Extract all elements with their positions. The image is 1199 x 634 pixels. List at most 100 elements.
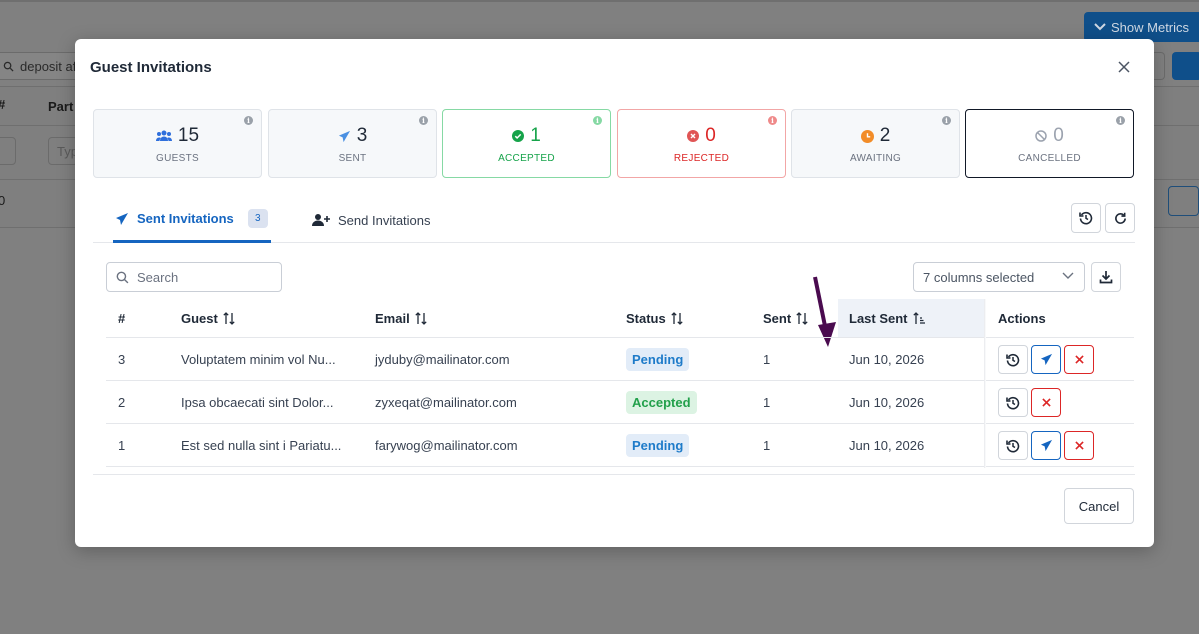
paper-plane-icon — [1040, 353, 1052, 366]
background-search-value: deposit af — [20, 58, 77, 74]
refresh-icon — [1114, 212, 1126, 224]
sort-icon — [671, 311, 683, 325]
search-input[interactable] — [106, 262, 282, 292]
row-guest: Est sed nulla sint i Pariatu... — [181, 438, 342, 453]
stat-value: 15 — [177, 125, 200, 146]
stat-value: 0 — [705, 125, 716, 146]
row-number: 1 — [118, 438, 126, 453]
paper-plane-icon — [1040, 439, 1052, 452]
history-button[interactable] — [998, 431, 1028, 460]
row-sent: 1 — [763, 352, 771, 367]
info-icon[interactable]: i — [419, 116, 428, 125]
row-status-cell: Pending — [626, 338, 690, 381]
background-guests-button[interactable] — [1168, 186, 1199, 216]
info-icon[interactable]: i — [1116, 116, 1125, 125]
table-header: # Guest Email Status Sent Last Sent Acti… — [106, 299, 1134, 338]
table-row: 3 Voluptatem minim vol Nu... jyduby@mail… — [106, 338, 1134, 381]
col-header-email[interactable]: Email — [375, 299, 427, 337]
search-field[interactable] — [137, 269, 267, 285]
info-icon[interactable]: i — [244, 116, 253, 125]
stat-label: REJECTED — [673, 153, 730, 164]
show-metrics-button[interactable]: Show Metrics — [1084, 12, 1199, 42]
x-circle-icon — [687, 130, 700, 142]
stat-card-sent: i 3 SENT — [268, 109, 437, 178]
tab-sent-invitations[interactable]: Sent Invitations 3 — [113, 197, 271, 243]
sticky-column-divider — [984, 299, 986, 468]
resend-button[interactable] — [1031, 431, 1061, 460]
status-badge: Pending — [626, 348, 690, 371]
stat-value: 1 — [530, 125, 541, 146]
sort-icon — [223, 311, 235, 325]
ban-icon — [1035, 130, 1047, 142]
col-header-sent[interactable]: Sent — [763, 299, 808, 337]
close-button[interactable] — [1115, 58, 1133, 76]
stat-value: 0 — [1053, 125, 1064, 146]
close-icon — [1074, 355, 1084, 364]
row-last-sent: Jun 10, 2026 — [849, 352, 925, 367]
columns-select[interactable]: 7 columns selected — [913, 262, 1085, 292]
columns-selected-label: 7 columns selected — [923, 269, 1035, 285]
history-icon — [1006, 439, 1020, 452]
row-sent: 1 — [763, 438, 771, 453]
row-last-sent: Jun 10, 2026 — [849, 395, 925, 410]
background-topbar — [0, 0, 1199, 2]
row-number: 3 — [118, 352, 126, 367]
background-search-input[interactable]: deposit af — [0, 52, 80, 80]
row-guest: Voluptatem minim vol Nu... — [181, 352, 336, 367]
history-button[interactable] — [998, 345, 1028, 374]
footer-divider — [93, 474, 1135, 475]
stat-card-guests: i 15 GUESTS — [93, 109, 262, 178]
col-header-actions-label: Actions — [998, 310, 1046, 326]
download-button[interactable] — [1091, 262, 1121, 292]
col-header-guest-label: Guest — [181, 310, 218, 326]
cancel-button[interactable]: Cancel — [1064, 488, 1134, 524]
info-icon[interactable]: i — [593, 116, 602, 125]
stat-value: 2 — [879, 125, 891, 146]
tab-send-label: Send Invitations — [338, 212, 431, 228]
row-last-sent: Jun 10, 2026 — [849, 438, 925, 453]
info-icon[interactable]: i — [768, 116, 777, 125]
col-header-email-label: Email — [375, 310, 410, 326]
col-header-number-label: # — [118, 310, 126, 326]
stat-card-accepted: i 1 ACCEPTED — [442, 109, 611, 178]
col-header-status[interactable]: Status — [626, 299, 683, 337]
status-badge: Accepted — [626, 391, 697, 414]
background-funnel-button[interactable] — [0, 137, 16, 165]
tab-send-invitations[interactable]: Send Invitations — [312, 197, 431, 243]
tab-sent-label: Sent Invitations — [137, 211, 234, 226]
refresh-button[interactable] — [1105, 203, 1135, 233]
stat-label: ACCEPTED — [498, 153, 555, 164]
history-icon — [1006, 353, 1020, 366]
row-email: farywog@mailinator.com — [375, 438, 518, 453]
row-sent: 1 — [763, 395, 771, 410]
stat-label: CANCELLED — [1018, 153, 1081, 164]
history-button[interactable] — [998, 388, 1028, 417]
close-icon — [1118, 61, 1130, 73]
history-button[interactable] — [1071, 203, 1101, 233]
stat-card-awaiting: i 2 AWAITING — [791, 109, 960, 178]
paper-plane-icon — [116, 212, 128, 225]
search-icon — [116, 271, 129, 283]
cancel-invitation-button[interactable] — [1064, 431, 1094, 460]
background-filter-input[interactable]: Typ — [48, 137, 78, 165]
row-status-cell: Pending — [626, 424, 690, 467]
clock-icon — [860, 129, 874, 143]
cancel-invitation-button[interactable] — [1064, 345, 1094, 374]
col-header-guest[interactable]: Guest — [181, 299, 235, 337]
background-filter-group[interactable] — [1153, 52, 1165, 80]
resend-button[interactable] — [1031, 345, 1061, 374]
chevron-down-icon — [1094, 23, 1106, 31]
row-guest: Ipsa obcaecati sint Dolor... — [181, 395, 334, 410]
row-actions — [998, 424, 1097, 467]
search-icon — [3, 61, 14, 72]
col-header-status-label: Status — [626, 310, 666, 326]
history-icon — [1079, 211, 1093, 225]
info-icon[interactable]: i — [942, 116, 951, 125]
col-header-last-sent[interactable]: Last Sent — [849, 299, 926, 337]
stat-value: 3 — [356, 125, 368, 146]
close-icon — [1074, 441, 1084, 450]
status-badge: Pending — [626, 434, 690, 457]
background-filter-button[interactable] — [1172, 52, 1199, 80]
row-actions — [998, 338, 1097, 381]
cancel-invitation-button[interactable] — [1031, 388, 1061, 417]
